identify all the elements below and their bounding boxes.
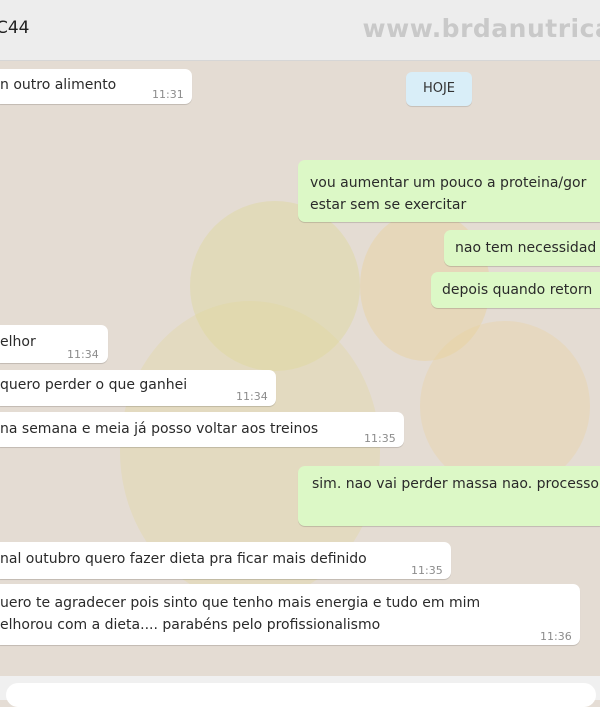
message-text-line: uero te agradecer pois sinto que tenho m… <box>0 592 580 614</box>
watermark: www.brdanutricao <box>363 14 600 43</box>
message-incoming[interactable]: na semana e meia já posso voltar aos tre… <box>0 412 404 447</box>
message-incoming[interactable]: uero te agradecer pois sinto que tenho m… <box>0 584 580 645</box>
message-text: na semana e meia já posso voltar aos tre… <box>0 421 318 437</box>
message-time: 11:34 <box>236 386 268 406</box>
message-incoming[interactable]: n outro alimento 11:31 <box>0 69 192 104</box>
message-text-line: vou aumentar um pouco a proteina/gor <box>310 172 600 194</box>
message-outgoing[interactable]: sim. nao vai perder massa nao. processo <box>298 466 600 526</box>
message-input[interactable] <box>6 683 596 707</box>
message-time: 11:31 <box>152 84 184 104</box>
message-time: 11:35 <box>364 428 396 447</box>
contact-name[interactable]: C44 <box>0 18 30 38</box>
message-time: 11:36 <box>540 626 572 645</box>
message-text-line: estar sem se exercitar <box>310 194 600 216</box>
message-incoming[interactable]: quero perder o que ganhei 11:34 <box>0 370 276 406</box>
message-text: quero perder o que ganhei <box>0 377 187 393</box>
message-incoming[interactable]: elhor 11:34 <box>0 325 108 363</box>
message-text: sim. nao vai perder massa nao. processo <box>312 476 599 492</box>
message-text: depois quando retorn <box>442 282 592 298</box>
chat-header: C44 www.brdanutricao <box>0 0 600 61</box>
message-text: nal outubro quero fazer dieta pra ficar … <box>0 551 367 567</box>
message-time: 11:34 <box>67 344 99 363</box>
message-outgoing[interactable]: vou aumentar um pouco a proteina/gor est… <box>298 160 600 222</box>
message-incoming[interactable]: nal outubro quero fazer dieta pra ficar … <box>0 542 451 579</box>
message-outgoing[interactable]: depois quando retorn <box>431 272 600 308</box>
date-separator: HOJE <box>406 72 472 106</box>
message-time: 11:35 <box>411 560 443 579</box>
message-text: n outro alimento <box>0 77 116 93</box>
message-outgoing[interactable]: nao tem necessidad <box>444 230 600 266</box>
message-text: elhor <box>0 334 36 350</box>
message-text-line: elhorou com a dieta.... parabéns pelo pr… <box>0 614 580 636</box>
message-text: nao tem necessidad <box>455 240 596 256</box>
